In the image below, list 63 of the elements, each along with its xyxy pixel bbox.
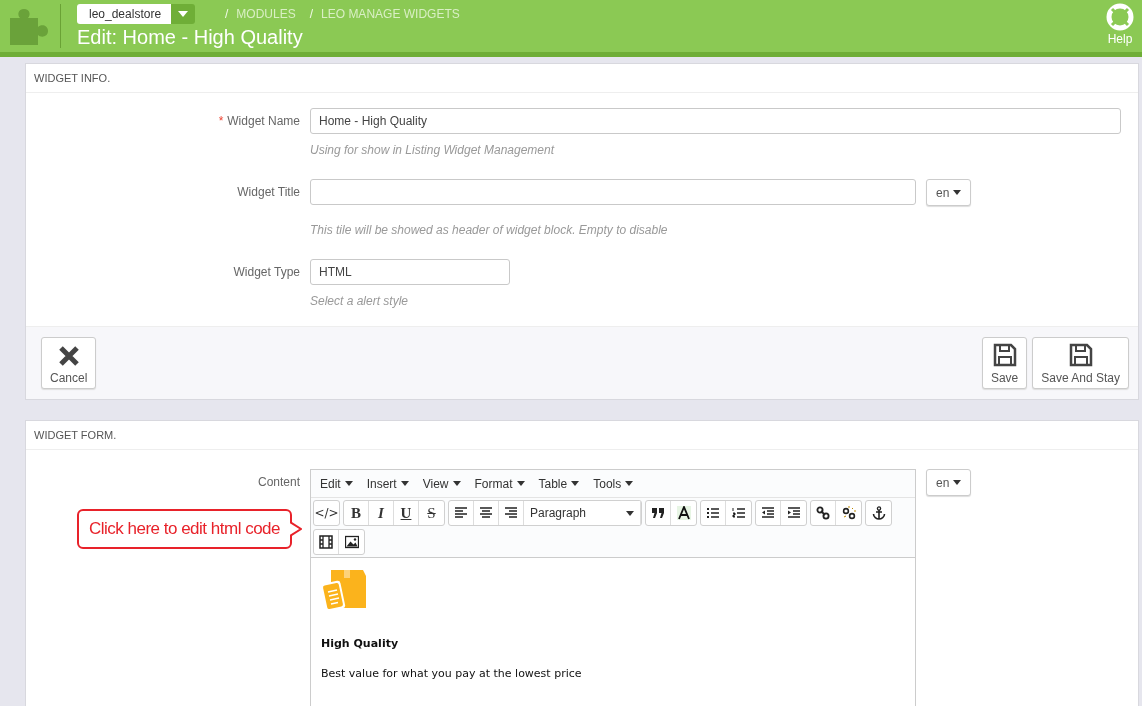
field-hint: Using for show in Listing Widget Management <box>310 143 556 157</box>
link-icon <box>816 506 830 520</box>
language-dropdown[interactable]: en <box>926 179 972 206</box>
callout: Click here to edit html code <box>76 509 292 549</box>
text-color-icon <box>676 506 691 520</box>
source-code-button[interactable]: </> <box>314 501 339 525</box>
caret-icon <box>400 481 409 486</box>
field-hint: Select a alert style <box>310 294 410 308</box>
menu-item[interactable]: Insert <box>359 476 416 491</box>
indent-icon <box>786 506 801 520</box>
menu-item[interactable]: View <box>415 476 468 491</box>
image-icon <box>344 535 359 549</box>
save-and-stay-button[interactable]: Save And Stay <box>1032 337 1129 389</box>
align-left-icon <box>454 506 468 520</box>
caret-icon <box>178 10 188 17</box>
caret-icon <box>953 190 962 195</box>
menu-item[interactable]: Edit <box>313 476 360 491</box>
format-button[interactable]: B <box>344 501 369 525</box>
quote-icon <box>651 506 665 520</box>
caret-icon <box>953 480 962 485</box>
breadcrumb-separator: / <box>225 6 229 21</box>
outdent-icon <box>761 506 775 520</box>
save-button[interactable]: Save <box>981 337 1028 389</box>
page-title: Edit: Home - High Quality <box>77 24 304 49</box>
puzzle-piece-icon <box>8 6 50 46</box>
caret-icon <box>571 481 580 486</box>
field-label: Widget Title <box>237 185 300 199</box>
caret-icon <box>516 481 525 486</box>
text-field[interactable]: Home - High Quality <box>310 108 1121 134</box>
field-label: Widget Type <box>233 265 300 279</box>
align-right-icon <box>504 506 518 520</box>
caret-icon <box>625 481 634 486</box>
caret-icon <box>626 510 634 516</box>
panel-heading: WIDGET FORM. <box>26 421 1138 450</box>
language-dropdown[interactable]: en <box>926 469 972 496</box>
format-button[interactable]: U <box>394 501 419 525</box>
field-label: * Widget Name <box>218 114 300 128</box>
format-button[interactable]: S <box>419 501 444 525</box>
format-button[interactable]: I <box>369 501 394 525</box>
caret-icon <box>452 481 461 486</box>
close-icon <box>57 345 80 367</box>
anchor-icon <box>871 506 886 520</box>
bullet-list-icon <box>706 506 720 520</box>
numbered-list-icon <box>731 506 746 520</box>
field-hint: This tile will be showed as header of widget block. Empty to disable <box>310 223 669 237</box>
rich-text-editor[interactable]: Edit Insert View Format Table Tools </> B I U S Paragraph High Quality Best value for what you pay at the lowest price <box>310 469 916 706</box>
text-field[interactable]: HTML <box>310 259 510 285</box>
align-center-icon <box>479 506 493 520</box>
cancel-button[interactable]: Cancel <box>41 337 97 389</box>
content-text: Best value for what you pay at the lowest price <box>321 667 583 680</box>
content-heading: High Quality <box>321 637 400 650</box>
breadcrumb-separator: / <box>309 6 314 21</box>
field-label: Content <box>257 474 300 491</box>
menu-item[interactable]: Format <box>467 476 532 491</box>
text-field[interactable] <box>310 179 916 205</box>
menu-item[interactable]: Table <box>531 476 587 491</box>
menu-item[interactable]: Tools <box>586 476 641 491</box>
clipboard-box-icon <box>321 568 367 612</box>
callout-pointer <box>290 522 302 536</box>
film-icon <box>319 535 333 549</box>
panel-heading: WIDGET INFO. <box>26 64 1138 93</box>
unlink-icon <box>841 506 856 520</box>
caret-icon <box>344 481 353 486</box>
